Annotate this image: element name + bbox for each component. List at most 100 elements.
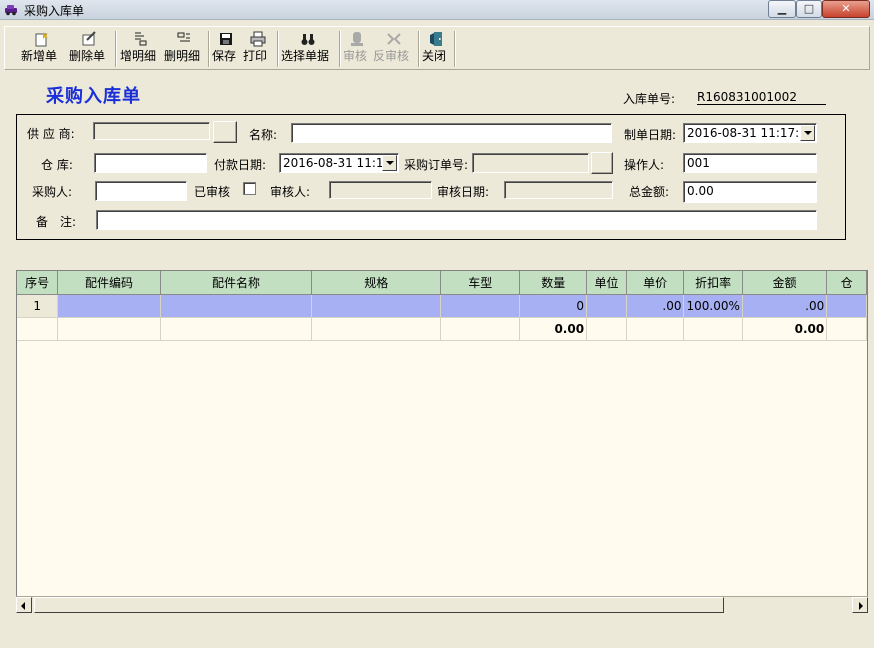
toolbar-separator: [418, 31, 420, 67]
print-button[interactable]: 打印: [243, 29, 273, 69]
close-icon: ✕: [841, 2, 851, 15]
row-number[interactable]: 1: [17, 294, 59, 318]
app-window: 采购入库单 ▁ □ ✕ 新增单 删除单 增明细 删明细 保存 打印 选择单据 审…: [0, 0, 874, 648]
close-button[interactable]: 关闭: [422, 29, 450, 69]
minimize-button[interactable]: ▁: [768, 0, 796, 18]
remark-field[interactable]: [96, 210, 817, 230]
cell-amount[interactable]: .00: [742, 294, 828, 318]
po-lookup-button[interactable]: [591, 152, 613, 174]
buyer-label: 采购人:: [32, 185, 73, 199]
remark-label: 备 注:: [36, 215, 77, 229]
toolbar: 新增单 删除单 增明细 删明细 保存 打印 选择单据 审核 反审核 关闭: [4, 26, 870, 70]
buyer-field[interactable]: [95, 181, 187, 201]
title-bar[interactable]: 采购入库单 ▁ □ ✕: [0, 0, 874, 20]
col-header[interactable]: 单价: [626, 271, 685, 295]
pay-date-dropdown[interactable]: 2016-08-31 11:17: [279, 153, 399, 173]
col-header[interactable]: 折扣率: [683, 271, 743, 295]
close-window-button[interactable]: ✕: [822, 0, 870, 18]
new-doc-icon: [35, 32, 48, 47]
cell-qty[interactable]: 0: [519, 294, 588, 318]
audit-button[interactable]: 审核: [343, 29, 371, 69]
total-amount-label: 总金额:: [629, 185, 670, 199]
cell-code[interactable]: [57, 294, 161, 318]
delete-doc-icon: [82, 31, 96, 46]
toolbar-separator: [454, 31, 456, 67]
audit-date-field[interactable]: [504, 181, 613, 199]
cell-price[interactable]: .00: [626, 294, 685, 318]
name-field[interactable]: [291, 123, 612, 143]
col-header[interactable]: 车型: [440, 271, 521, 295]
audit-stamp-icon: [351, 32, 363, 46]
cell-discount[interactable]: 100.00%: [683, 294, 743, 318]
maximize-button[interactable]: □: [796, 0, 822, 18]
save-floppy-icon: [220, 33, 232, 45]
totals-row: 0.00 0.00: [17, 317, 867, 341]
total-qty: 0.00: [519, 317, 588, 341]
printer-icon: [250, 31, 266, 47]
select-doc-button[interactable]: 选择单据: [281, 29, 335, 69]
arrow-left-icon: [21, 602, 25, 610]
page-title: 采购入库单: [46, 86, 141, 107]
cell-unit[interactable]: [586, 294, 627, 318]
toolbar-separator: [277, 31, 279, 67]
toolbar-separator: [208, 31, 210, 67]
auditor-field[interactable]: [329, 181, 432, 199]
supplier-label: 供 应 商:: [27, 127, 75, 141]
delete-doc-button[interactable]: 删除单: [69, 29, 109, 69]
cell-warehouse[interactable]: [826, 294, 867, 318]
col-header[interactable]: 金额: [742, 271, 828, 295]
po-no-label: 采购订单号:: [404, 158, 469, 172]
cell-name[interactable]: [160, 294, 313, 318]
toolbar-separator: [339, 31, 341, 67]
col-header[interactable]: 单位: [586, 271, 627, 295]
unaudit-icon: [387, 33, 401, 45]
new-doc-button[interactable]: 新增单: [21, 29, 61, 69]
supplier-field[interactable]: [93, 122, 210, 140]
create-date-dropdown[interactable]: 2016-08-31 11:17:15: [683, 123, 817, 143]
chevron-down-icon[interactable]: [800, 125, 815, 141]
operator-label: 操作人:: [624, 158, 665, 172]
scroll-right-button[interactable]: [852, 597, 868, 613]
doc-no-label: 入库单号:: [623, 92, 676, 106]
doc-no-value: R160831001002: [697, 90, 826, 105]
audited-label: 已审核: [194, 185, 231, 199]
col-header[interactable]: 仓: [826, 271, 867, 295]
maximize-icon: □: [803, 2, 815, 15]
col-header[interactable]: 数量: [519, 271, 588, 295]
chevron-down-icon[interactable]: [382, 155, 397, 171]
grid-header-row: 序号 配件编码 配件名称 规格 车型 数量 单位 单价 折扣率 金额 仓: [17, 271, 867, 295]
total-amount: 0.00: [742, 317, 828, 341]
cell-spec[interactable]: [311, 294, 442, 318]
table-row[interactable]: 1 0 .00 100.00% .00: [17, 294, 867, 318]
toolbar-separator: [115, 31, 117, 67]
create-date-value: 2016-08-31 11:17:15: [687, 126, 815, 140]
total-amount-field[interactable]: 0.00: [683, 181, 817, 203]
form-panel: 供 应 商: 名称: 制单日期: 2016-08-31 11:17:15 仓 库…: [16, 114, 846, 240]
audited-checkbox[interactable]: [243, 182, 256, 195]
auditor-label: 审核人:: [270, 185, 311, 199]
warehouse-label: 仓 库:: [41, 158, 73, 172]
unaudit-button[interactable]: 反审核: [373, 29, 415, 69]
scroll-left-button[interactable]: [16, 597, 32, 613]
horizontal-scrollbar[interactable]: [16, 596, 868, 613]
scroll-thumb[interactable]: [34, 597, 724, 613]
cell-model[interactable]: [440, 294, 521, 318]
save-button[interactable]: 保存: [212, 29, 240, 69]
minimize-icon: ▁: [777, 2, 787, 15]
po-no-field[interactable]: [472, 153, 589, 173]
name-label: 名称:: [249, 128, 278, 142]
warehouse-field[interactable]: [94, 153, 207, 173]
col-header[interactable]: 序号: [17, 271, 59, 295]
audit-date-label: 审核日期:: [437, 185, 490, 199]
operator-field[interactable]: 001: [683, 153, 817, 173]
col-header[interactable]: 配件编码: [57, 271, 161, 295]
supplier-lookup-button[interactable]: [213, 121, 237, 143]
add-detail-button[interactable]: 增明细: [120, 29, 160, 69]
detail-grid: 序号 配件编码 配件名称 规格 车型 数量 单位 单价 折扣率 金额 仓 1 0…: [16, 270, 868, 613]
delete-detail-button[interactable]: 删明细: [164, 29, 204, 69]
delete-row-icon: [177, 32, 190, 42]
exit-door-icon: [430, 32, 442, 46]
detail-table: 序号 配件编码 配件名称 规格 车型 数量 单位 单价 折扣率 金额 仓 1 0…: [17, 271, 867, 341]
col-header[interactable]: 规格: [311, 271, 442, 295]
col-header[interactable]: 配件名称: [160, 271, 313, 295]
